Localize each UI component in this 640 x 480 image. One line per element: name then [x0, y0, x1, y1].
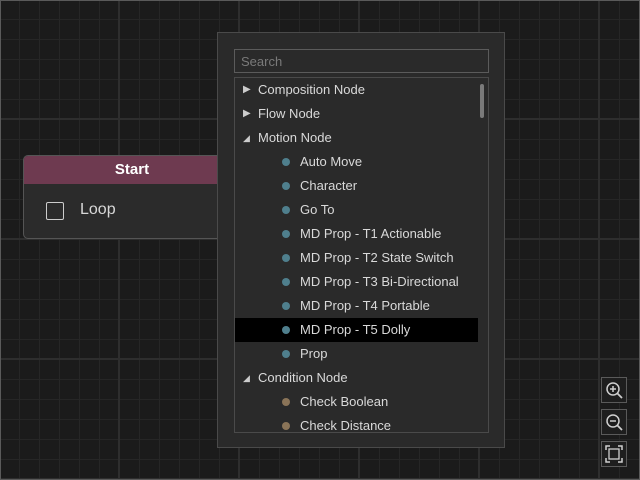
search-input[interactable]: [234, 49, 489, 73]
motion-dot-icon: [282, 230, 290, 238]
triangle-right-icon: ▶: [243, 84, 251, 95]
list-item[interactable]: MD Prop - T2 State Switch: [235, 246, 488, 270]
list-item[interactable]: Character: [235, 174, 488, 198]
list-item[interactable]: MD Prop - T1 Actionable: [235, 222, 488, 246]
motion-dot-icon: [282, 278, 290, 286]
fit-view-icon: [605, 445, 623, 463]
zoom-in-icon: [606, 382, 623, 399]
node-picker-popup: ▶ Composition Node ▶ Flow Node ◢ Motion …: [217, 32, 505, 448]
motion-dot-icon: [282, 326, 290, 334]
list-item[interactable]: MD Prop - T3 Bi-Directional: [235, 270, 488, 294]
list-scrollbar[interactable]: [480, 84, 484, 118]
fit-view-button[interactable]: [601, 441, 627, 467]
motion-dot-icon: [282, 254, 290, 262]
motion-dot-icon: [282, 182, 290, 190]
condition-dot-icon: [282, 398, 290, 406]
motion-dot-icon: [282, 158, 290, 166]
category-composition-node[interactable]: ▶ Composition Node: [235, 78, 488, 102]
category-flow-node[interactable]: ▶ Flow Node: [235, 102, 488, 126]
triangle-down-icon: ◢: [243, 373, 250, 383]
list-item[interactable]: Auto Move: [235, 150, 488, 174]
zoom-out-button[interactable]: [601, 409, 627, 435]
list-item[interactable]: Check Distance: [235, 414, 488, 432]
motion-dot-icon: [282, 350, 290, 358]
list-item[interactable]: Prop: [235, 342, 488, 366]
list-item[interactable]: Go To: [235, 198, 488, 222]
zoom-in-button[interactable]: [601, 377, 627, 403]
list-item-selected[interactable]: MD Prop - T5 Dolly: [235, 318, 478, 342]
motion-dot-icon: [282, 206, 290, 214]
motion-dot-icon: [282, 302, 290, 310]
list-item[interactable]: MD Prop - T4 Portable: [235, 294, 488, 318]
triangle-right-icon: ▶: [243, 108, 251, 119]
loop-label: Loop: [80, 201, 116, 218]
category-condition-node[interactable]: ◢ Condition Node: [235, 366, 488, 390]
triangle-down-icon: ◢: [243, 133, 250, 143]
node-tree-list: ▶ Composition Node ▶ Flow Node ◢ Motion …: [234, 77, 489, 433]
category-motion-node[interactable]: ◢ Motion Node: [235, 126, 488, 150]
condition-dot-icon: [282, 422, 290, 430]
loop-checkbox[interactable]: [46, 202, 64, 220]
zoom-out-icon: [606, 414, 623, 431]
list-item[interactable]: Check Boolean: [235, 390, 488, 414]
